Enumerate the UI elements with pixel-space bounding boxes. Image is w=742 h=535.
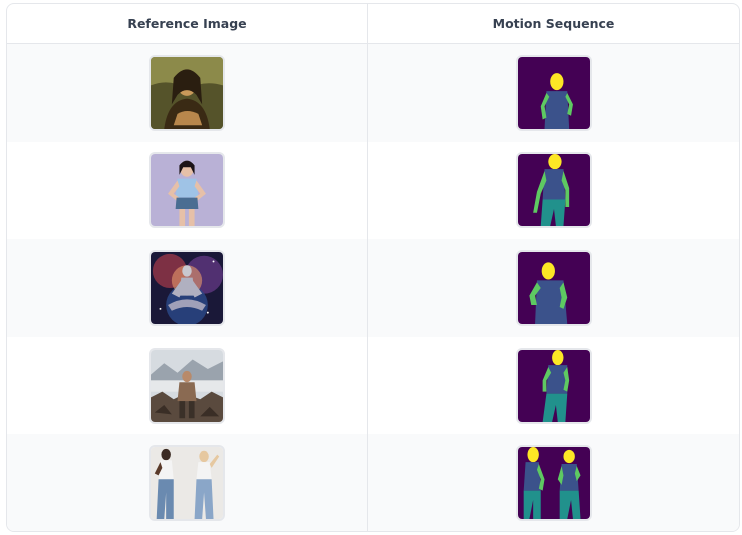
mona-lisa-portrait-image-graphic [151,56,223,129]
woman-hands-on-hips-graphic [151,154,223,227]
motion-sequence-5-graphic [517,447,590,520]
motion-sequence-4-image[interactable] [515,347,592,424]
man-on-rocky-mountain-graphic [151,349,223,422]
table-header: Reference Image Motion Sequence [7,4,739,44]
motion-sequence-2-image[interactable] [515,152,592,229]
motion-sequence-4-graphic [517,349,590,422]
mona-lisa-portrait-image[interactable] [149,54,225,131]
table-row [7,239,739,337]
header-motion-sequence[interactable]: Motion Sequence [368,4,739,43]
woman-hands-on-hips-image[interactable] [149,152,225,229]
motion-sequence-3-graphic [517,251,590,324]
motion-sequence-2-graphic [517,154,590,227]
cosmic-meditation-figure-image[interactable] [149,249,225,326]
table-row [7,336,739,435]
two-women-dancing-image[interactable] [149,445,225,522]
motion-sequence-1-graphic [517,56,590,129]
cosmic-meditation-figure-graphic [151,251,223,324]
table-row [7,434,739,531]
man-on-rocky-mountain-image[interactable] [149,347,225,424]
motion-sequence-5-image[interactable] [515,445,592,522]
data-table: Reference Image Motion Sequence [6,3,740,532]
motion-sequence-1-image[interactable] [515,54,592,131]
header-reference-image[interactable]: Reference Image [7,4,368,43]
table-row [7,44,739,142]
two-women-dancing-graphic [151,447,223,520]
motion-sequence-3-image[interactable] [515,249,592,326]
table-row [7,141,739,240]
